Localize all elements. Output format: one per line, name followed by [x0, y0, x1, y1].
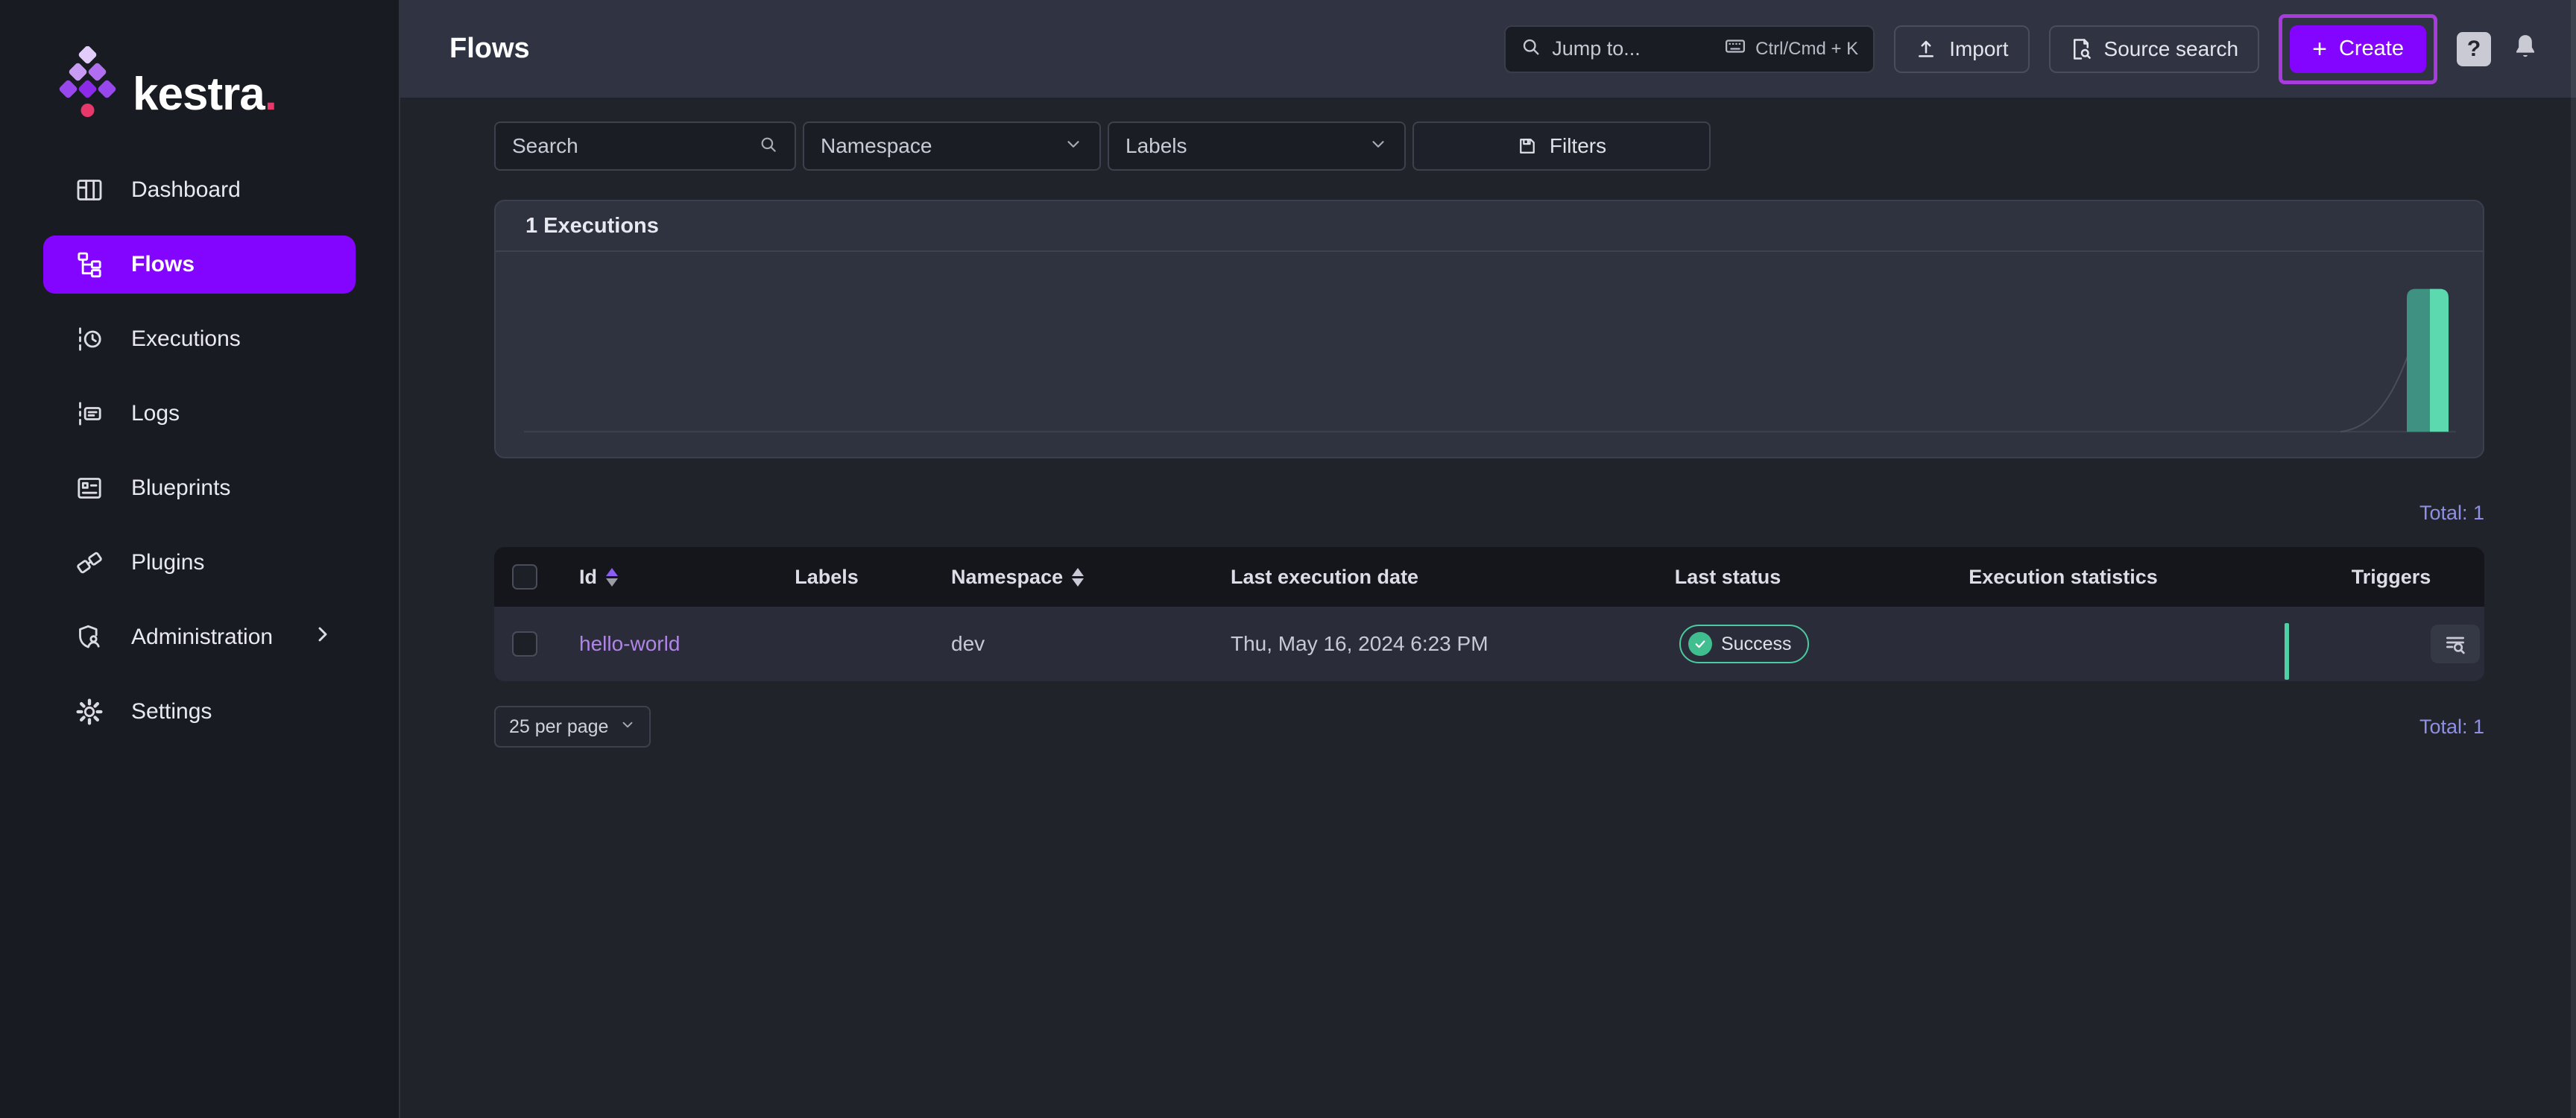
sidebar-item-logs[interactable]: Logs — [43, 385, 356, 443]
sidebar-item-label: Flows — [131, 252, 195, 277]
file-search-icon — [2070, 38, 2092, 60]
keyboard-icon — [1724, 35, 1746, 63]
executions-icon — [73, 323, 106, 356]
settings-icon — [73, 695, 106, 728]
trigger-list-button[interactable] — [2431, 625, 2480, 663]
search-filter — [494, 121, 796, 171]
row-status-cell: Success — [1627, 625, 1828, 663]
upload-icon — [1915, 38, 1937, 60]
topbar-actions: Jump to... Ctrl/Cmd + K Import Source se… — [1504, 14, 2540, 84]
sidebar-item-label: Administration — [131, 625, 273, 650]
import-button[interactable]: Import — [1894, 25, 2029, 73]
list-search-icon — [2443, 632, 2467, 656]
sidebar-item-dashboard[interactable]: Dashboard — [43, 161, 356, 219]
select-all-checkbox[interactable] — [512, 564, 537, 590]
per-page-select[interactable]: 25 per page — [494, 706, 651, 748]
administration-icon — [73, 621, 106, 654]
table-header-row: Id Labels Namespace — [494, 547, 2484, 607]
filter-row: Namespace Labels Filters — [494, 121, 2484, 171]
jump-to-search[interactable]: Jump to... Ctrl/Cmd + K — [1504, 25, 1875, 73]
sidebar-item-settings[interactable]: Settings — [43, 683, 356, 741]
keyboard-shortcut: Ctrl/Cmd + K — [1724, 35, 1858, 63]
column-header-last-execution-date: Last execution date — [1210, 566, 1627, 589]
executions-chart-svg — [496, 252, 2483, 457]
create-button[interactable]: + Create — [2290, 25, 2426, 73]
scrollbar[interactable] — [2571, 0, 2576, 1118]
sidebar-item-label: Dashboard — [131, 177, 241, 203]
row-checkbox-cell — [494, 631, 555, 657]
sidebar-item-administration[interactable]: Administration — [43, 608, 356, 666]
sort-icon[interactable] — [1072, 568, 1084, 587]
blueprints-icon — [73, 472, 106, 505]
column-header-execution-statistics: Execution statistics — [1828, 566, 2298, 589]
column-header-namespace[interactable]: Namespace — [889, 566, 1210, 589]
execution-statistics-bar — [2285, 623, 2289, 680]
executions-count-title: 1 Executions — [525, 214, 659, 239]
sidebar-item-label: Blueprints — [131, 476, 230, 501]
sidebar-nav: Dashboard Flows Executions Logs Blueprin… — [0, 161, 399, 757]
row-id-cell: hello-world — [555, 632, 764, 656]
success-check-icon — [1688, 632, 1712, 656]
status-badge: Success — [1679, 625, 1809, 663]
chevron-down-icon — [1368, 134, 1388, 159]
row-last-execution-date-cell: Thu, May 16, 2024 6:23 PM — [1210, 632, 1627, 656]
plus-icon: + — [2312, 37, 2327, 62]
kestra-logo[interactable]: kestra. — [0, 0, 399, 161]
chevron-right-icon — [311, 622, 335, 652]
jump-to-placeholder: Jump to... — [1552, 37, 1641, 60]
executions-panel: 1 Executions — [494, 200, 2484, 458]
main-area: Flows Jump to... Ctrl/Cmd + K Import — [400, 0, 2576, 1118]
search-icon — [1521, 37, 1541, 61]
notifications-bell-icon[interactable] — [2510, 32, 2540, 66]
table-total-top: Total: 1 — [494, 502, 2484, 525]
search-icon — [759, 135, 778, 158]
page-title: Flows — [449, 33, 530, 65]
dashboard-icon — [73, 174, 106, 206]
header-checkbox-cell — [494, 564, 555, 590]
sidebar: kestra. Dashboard Flows Executions Logs — [0, 0, 400, 1118]
sidebar-item-executions[interactable]: Executions — [43, 310, 356, 368]
executions-panel-header: 1 Executions — [496, 201, 2483, 252]
kestra-logo-icon — [58, 46, 116, 118]
topbar: Flows Jump to... Ctrl/Cmd + K Import — [400, 0, 2576, 98]
row-namespace-cell: dev — [889, 632, 1210, 656]
create-annotation-highlight: + Create — [2279, 14, 2437, 84]
sidebar-item-blueprints[interactable]: Blueprints — [43, 459, 356, 517]
table-total-bottom: Total: 1 — [2419, 716, 2484, 739]
chevron-down-icon — [1064, 134, 1083, 159]
sidebar-item-label: Settings — [131, 699, 212, 724]
flows-icon — [73, 248, 106, 281]
flow-link[interactable]: hello-world — [579, 632, 680, 656]
executions-bar-chart[interactable] — [496, 252, 2483, 457]
content: Namespace Labels Filters 1 Executions — [400, 98, 2576, 1118]
search-input[interactable] — [512, 134, 759, 158]
table-footer: 25 per page Total: 1 — [494, 706, 2484, 748]
flows-table: Id Labels Namespace — [494, 547, 2484, 681]
sidebar-item-label: Logs — [131, 401, 180, 426]
row-triggers-cell — [2298, 625, 2484, 663]
logs-icon — [73, 397, 106, 430]
save-icon — [1517, 136, 1538, 157]
namespace-select[interactable]: Namespace — [803, 121, 1101, 171]
brand-name: kestra. — [133, 72, 277, 118]
chevron-down-icon — [619, 716, 636, 738]
sidebar-item-label: Executions — [131, 326, 241, 352]
sidebar-item-flows[interactable]: Flows — [43, 236, 356, 294]
plugins-icon — [73, 546, 106, 579]
column-header-last-status: Last status — [1627, 566, 1828, 589]
sidebar-item-label: Plugins — [131, 550, 204, 575]
labels-select[interactable]: Labels — [1108, 121, 1406, 171]
column-header-id[interactable]: Id — [555, 566, 764, 589]
row-checkbox[interactable] — [512, 631, 537, 657]
sort-icon[interactable] — [606, 568, 618, 587]
column-header-triggers: Triggers — [2298, 566, 2484, 589]
help-button[interactable]: ? — [2457, 32, 2491, 66]
row-execution-statistics-cell[interactable] — [1828, 607, 2298, 681]
table-row[interactable]: hello-world dev Thu, May 16, 2024 6:23 P… — [494, 607, 2484, 681]
column-header-labels: Labels — [764, 566, 889, 589]
sidebar-item-plugins[interactable]: Plugins — [43, 534, 356, 592]
filters-button[interactable]: Filters — [1412, 121, 1711, 171]
source-search-button[interactable]: Source search — [2049, 25, 2260, 73]
